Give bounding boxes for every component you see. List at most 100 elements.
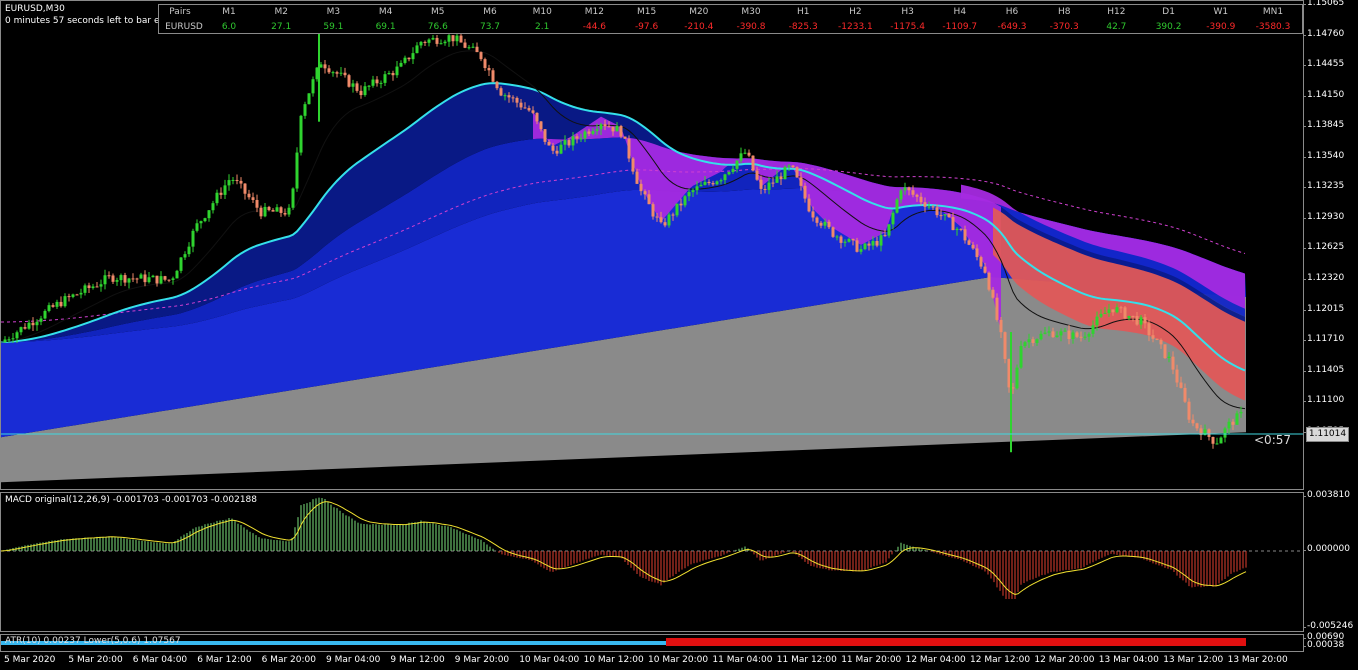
candle-body	[847, 238, 851, 242]
candle-body	[95, 286, 99, 288]
candle-body	[1091, 325, 1095, 334]
candle-body	[527, 108, 531, 111]
time-label: 10 Mar 04:00	[519, 655, 580, 665]
time-axis[interactable]: 5 Mar 2020 5 Mar 20:00 6 Mar 04:00 6 Mar 12…	[0, 652, 1304, 670]
candle-body	[923, 202, 927, 207]
candle-body	[163, 276, 167, 280]
candle-body	[651, 204, 655, 217]
candle-body	[591, 131, 595, 134]
atr-pane[interactable]: ATR(10) 0.00237 Lower(5,0.6) 1.07567	[0, 634, 1304, 652]
candle-body	[1139, 317, 1143, 325]
candle-body	[35, 321, 39, 326]
candle-body	[555, 150, 559, 154]
candle-body	[1079, 336, 1083, 338]
table-value-m1: 6.0	[221, 22, 237, 32]
candle-body	[1103, 312, 1107, 314]
candle-body	[131, 278, 135, 280]
candle-body	[59, 301, 63, 307]
price-chart-pane[interactable]: EURUSD,M30 0 minutes 57 seconds left to …	[0, 0, 1304, 490]
table-col-m6: M6	[483, 7, 497, 17]
candle-body	[683, 196, 687, 206]
candle-body	[1167, 356, 1171, 359]
candle-body	[687, 192, 691, 197]
table-col-m3: M3	[326, 7, 341, 17]
candle-body	[239, 180, 243, 184]
candle-body	[1131, 315, 1135, 317]
candle-body	[619, 126, 623, 137]
candle-body	[959, 228, 963, 230]
candle-body	[1119, 307, 1123, 309]
table-col-m15: M15	[636, 7, 657, 17]
table-value-m6: 73.7	[479, 22, 501, 32]
price-chart-canvas	[1, 16, 1303, 489]
candle-body	[615, 126, 619, 132]
table-value-h4: -1109.7	[942, 22, 978, 32]
time-label: 13 Mar 04:00	[1098, 655, 1159, 665]
candle-body	[135, 278, 139, 280]
candle-body	[415, 45, 419, 54]
table-col-h3: H3	[901, 7, 914, 17]
candle-body	[359, 90, 363, 96]
time-label: 6 Mar 04:00	[132, 655, 188, 665]
candle-body	[191, 230, 195, 247]
candle-body	[823, 221, 827, 226]
table-value-h3: -1175.4	[890, 22, 925, 32]
time-label: 13 Mar 20:00	[1227, 655, 1288, 665]
macd-pane[interactable]: MACD original(12,26,9) -0.001703 -0.0017…	[0, 492, 1304, 632]
candle-body	[819, 222, 823, 226]
candle-body	[207, 210, 211, 219]
candle-body	[255, 199, 259, 208]
candle-body	[663, 222, 667, 226]
candle-body	[735, 160, 739, 169]
candle-body	[671, 214, 675, 216]
main-price-scale[interactable]: 1.15065 1.14760 1.14455 1.14150 1.13845 1.135…	[1302, 0, 1358, 490]
candle-body	[1219, 437, 1223, 444]
candle-body	[767, 182, 771, 190]
candle-body	[83, 285, 87, 293]
candle-body	[787, 165, 791, 167]
candle-body	[771, 182, 775, 184]
candle-body	[587, 131, 591, 134]
table-value-w1: -390.9	[1206, 22, 1236, 32]
candle-body	[679, 203, 683, 206]
candle-body	[1155, 338, 1159, 340]
time-label: 13 Mar 12:00	[1163, 655, 1224, 665]
candle-body	[347, 75, 351, 87]
candle-body	[951, 217, 955, 231]
candle-body	[87, 285, 91, 289]
price-tick: 1.14455	[1302, 59, 1345, 70]
candle-body	[247, 193, 251, 198]
candle-body	[1067, 330, 1071, 340]
candle-body	[287, 207, 291, 215]
candle-body	[779, 176, 783, 180]
time-label: 5 Mar 20:00	[68, 655, 123, 665]
candle-body	[223, 185, 227, 195]
atr-scale: 0.00690 0.00038	[1302, 632, 1358, 652]
candle-body	[1039, 333, 1043, 340]
candle-body	[1223, 428, 1227, 438]
candle-body	[1063, 330, 1067, 332]
candle-body	[715, 181, 719, 185]
candle-body	[795, 167, 799, 178]
candle-body	[739, 153, 743, 161]
candle-body	[75, 294, 79, 296]
candle-body	[919, 196, 923, 203]
time-label: 5 Mar 2020	[4, 655, 56, 665]
candle-body	[1099, 313, 1103, 317]
candle-body	[1171, 356, 1175, 370]
candle-body	[339, 72, 343, 74]
candle-body	[979, 257, 983, 267]
time-label: 12 Mar 04:00	[905, 655, 966, 665]
candle-body	[491, 70, 495, 82]
candle-body	[1135, 316, 1139, 325]
candle-body	[871, 241, 875, 246]
candle-body	[23, 327, 27, 329]
candle-body	[603, 124, 607, 127]
candle-body	[927, 206, 931, 208]
macd-scale[interactable]: 0.003810 0.000000 -0.005246	[1302, 490, 1358, 632]
candle-body	[1075, 332, 1079, 337]
candle-body	[875, 241, 879, 246]
candle-body	[395, 66, 399, 76]
candle-body	[1159, 339, 1163, 345]
table-col-m12: M12	[584, 7, 604, 17]
